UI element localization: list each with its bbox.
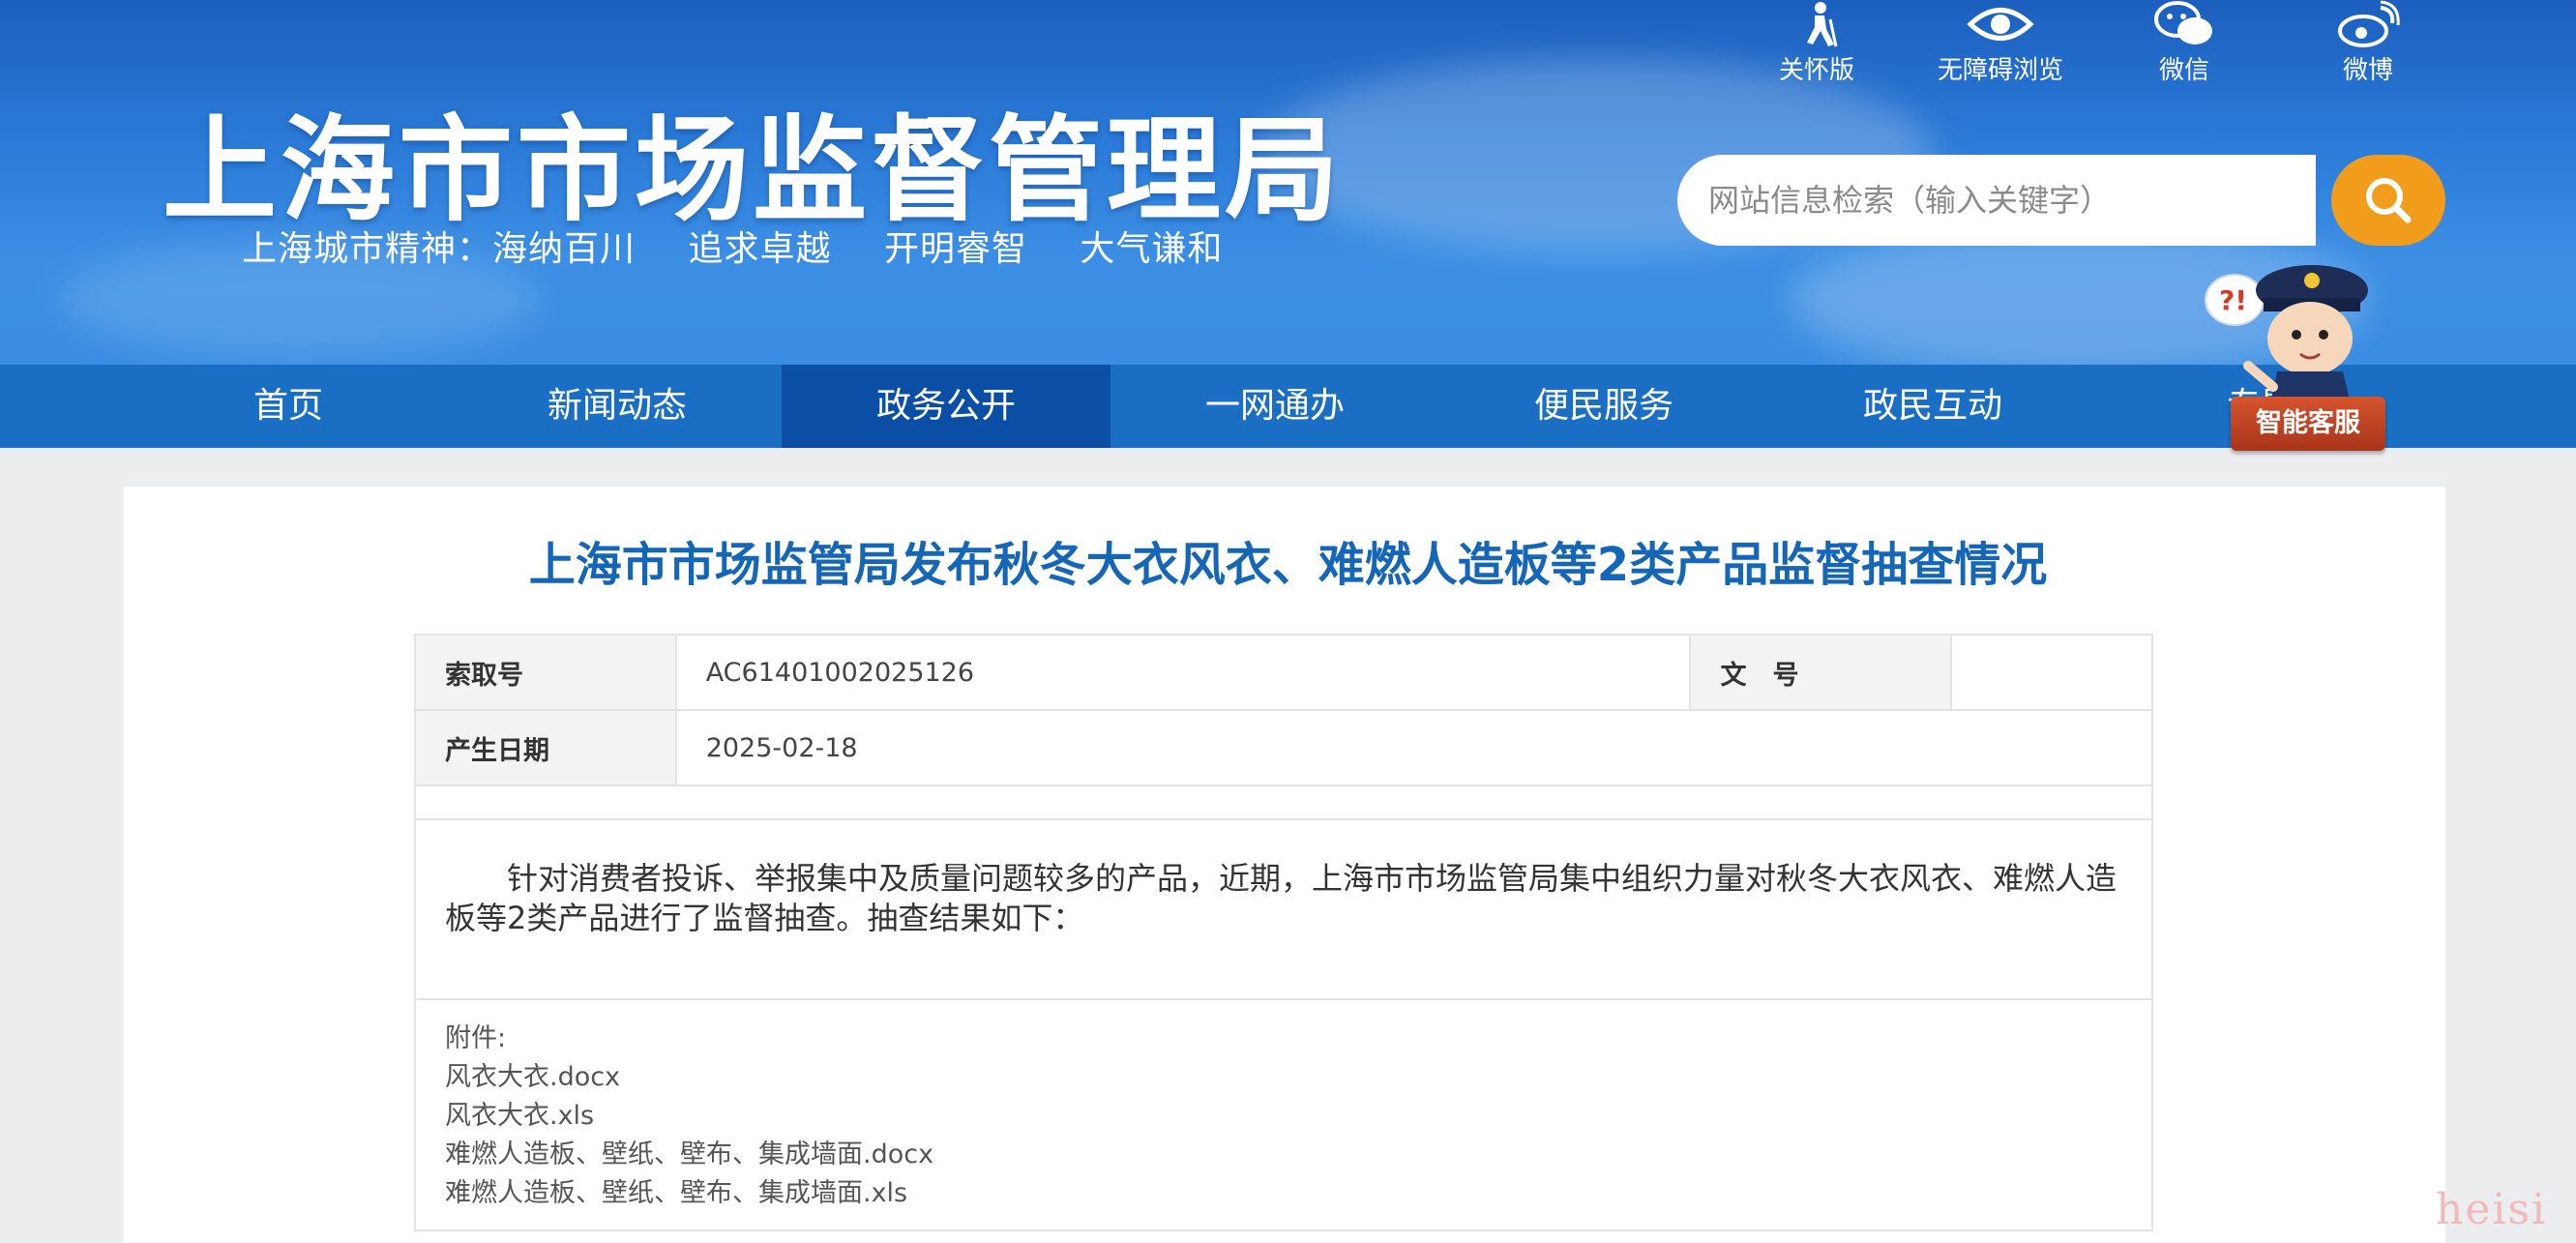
article-meta-table: 索取号 AC61401002025126 文 号 产生日期 2025-02-18	[414, 634, 2154, 786]
meta-row: 产生日期 2025-02-18	[414, 709, 2154, 786]
slogan-part: 上海城市精神：海纳百川	[242, 229, 637, 269]
wechat-link[interactable]: 微信	[2092, 0, 2276, 86]
accessibility-link[interactable]: 无障碍浏览	[1909, 0, 2092, 86]
slogan-part: 大气谦和	[1080, 229, 1224, 269]
nav-item-gov-affairs[interactable]: 政务公开	[782, 365, 1110, 448]
wechat-icon	[2154, 1, 2212, 44]
svg-text:?!: ?!	[2219, 284, 2247, 316]
article-title: 上海市市场监管局发布秋冬大衣风衣、难燃人造板等2类产品监督抽查情况	[528, 538, 2048, 592]
index-number-label: 索取号	[414, 634, 677, 711]
document-number-label: 文 号	[1689, 634, 1953, 711]
nav-item-home[interactable]: 首页	[124, 365, 453, 448]
article-body: 针对消费者投诉、举报集中及质量问题较多的产品，近期，上海市市场监管局集中组织力量…	[445, 860, 2117, 936]
index-number-value: AC61401002025126	[674, 634, 1692, 711]
nav-item-public-service[interactable]: 便民服务	[1439, 365, 1768, 448]
date-label: 产生日期	[414, 709, 677, 786]
meta-row: 索取号 AC61401002025126 文 号	[414, 634, 2153, 711]
site-search	[1677, 155, 2445, 246]
search-input[interactable]	[1677, 155, 2316, 246]
nav-item-interaction[interactable]: 政民互动	[1768, 365, 2097, 448]
top-link-label: 微信	[2158, 56, 2209, 85]
weibo-icon	[2338, 0, 2400, 47]
site-header: 上海市市场监督管理局 上海城市精神：海纳百川 追求卓越 开明睿智 大气谦和 关怀…	[0, 0, 2576, 365]
top-links: 关怀版 无障碍浏览 微信 微博	[1725, 0, 2460, 86]
city-slogan: 上海城市精神：海纳百川 追求卓越 开明睿智 大气谦和	[242, 221, 1263, 271]
top-link-label: 关怀版	[1778, 56, 1854, 85]
slogan-part: 追求卓越	[688, 229, 832, 269]
slogan-part: 开明睿智	[883, 229, 1027, 269]
attachment-link[interactable]: 风衣大衣.docx	[445, 1058, 933, 1097]
top-link-label: 微博	[2342, 56, 2393, 85]
document-number-value	[1950, 634, 2153, 711]
nav-item-news[interactable]: 新闻动态	[453, 365, 782, 448]
attachments-label: 附件:	[445, 1023, 507, 1053]
site-title: 上海市市场监督管理局	[163, 104, 1344, 237]
meta-spacer	[414, 785, 2153, 820]
watermark: heisi	[2436, 1185, 2548, 1234]
nav-item-one-stop-service[interactable]: 一网通办	[1110, 365, 1439, 448]
search-button[interactable]	[2331, 155, 2445, 246]
top-link-label: 无障碍浏览	[1937, 56, 2063, 85]
weibo-link[interactable]: 微博	[2276, 0, 2460, 86]
elderly-care-icon	[1807, 2, 1838, 47]
attachment-link[interactable]: 难燃人造板、壁纸、壁布、集成墙面.docx	[445, 1136, 933, 1174]
attachment-link[interactable]: 风衣大衣.xls	[445, 1097, 933, 1136]
elderly-care-link[interactable]: 关怀版	[1725, 0, 1909, 86]
attachment-link[interactable]: 难燃人造板、壁纸、壁布、集成墙面.xls	[445, 1174, 933, 1213]
smart-assistant-button[interactable]: 智能客服	[2231, 397, 2385, 451]
eye-icon	[1967, 8, 2034, 41]
main-nav: 首页 新闻动态 政务公开 一网通办 便民服务 政民互动 专题	[0, 365, 2576, 448]
search-icon	[2366, 178, 2412, 223]
date-value: 2025-02-18	[674, 709, 2154, 786]
attachments-list: 附件: 风衣大衣.docx 风衣大衣.xls 难燃人造板、壁纸、壁布、集成墙面.…	[445, 1020, 933, 1213]
